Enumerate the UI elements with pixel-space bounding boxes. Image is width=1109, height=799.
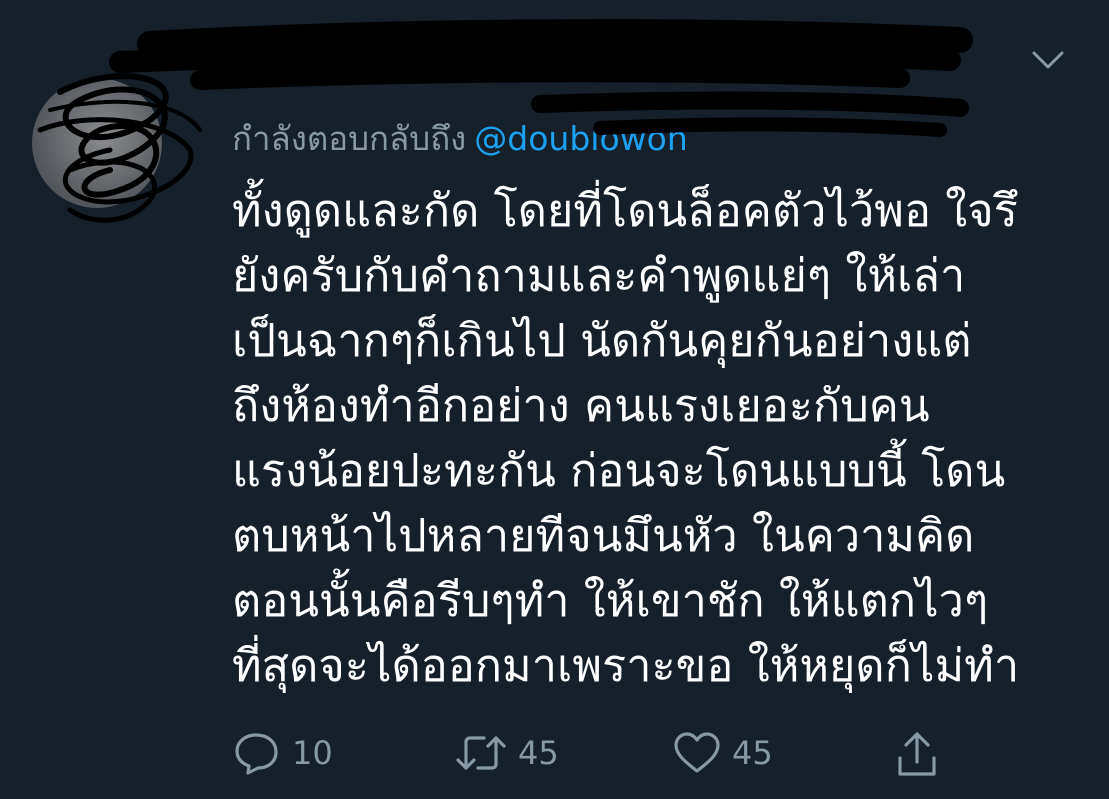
reply-count: 10 — [292, 734, 333, 772]
share-button[interactable] — [894, 730, 940, 780]
reply-icon — [235, 733, 278, 775]
chevron-down-icon[interactable] — [1028, 45, 1068, 75]
tweet-actions: 10 45 45 — [232, 730, 952, 790]
retweet-count: 45 — [518, 734, 559, 772]
tweet-card: กำลังตอบกลับถึง @doublowon ทั้งดูดและกัด … — [0, 0, 1109, 799]
tweet-text-line: ยังครับกับคำถามและคำพูดแย่ๆ ให้เล่า — [232, 249, 966, 302]
tweet-text-line: ถึงห้องทำอีกอย่าง คนแรงเยอะกับคน — [232, 379, 930, 432]
tweet-text-line: แรงน้อยปะทะกัน ก่อนจะโดนแบบนี้ โดน — [232, 444, 1006, 497]
reply-button[interactable]: 10 — [232, 730, 333, 776]
retweet-icon — [456, 736, 506, 770]
tweet-text-line: ตอนนั้นคือรีบๆทำ ให้เขาชัก ให้แตกไวๆ — [232, 574, 989, 627]
tweet-text-line: ที่สุดจะได้ออกมาเพราะขอ ให้หยุดก็ไม่ทำ — [232, 639, 1020, 692]
retweet-button[interactable]: 45 — [454, 730, 559, 776]
like-count: 45 — [732, 734, 773, 772]
like-icon — [674, 732, 720, 773]
tweet-text-line: เป็นฉากๆก็เกินไป นัดกันคุยกันอย่างแต่ — [232, 314, 972, 367]
tweet-text: ทั้งดูดและกัด โดยที่โดนล็อคตัวไว้พอ ใจรึ… — [232, 178, 1072, 698]
tweet-text-line: ทั้งดูดและกัด โดยที่โดนล็อคตัวไว้พอ ใจรึ — [232, 184, 1018, 237]
tweet-text-line: ตบหน้าไปหลายทีจนมึนหัว ในความคิด — [232, 509, 975, 562]
like-button[interactable]: 45 — [672, 730, 773, 776]
share-icon — [898, 732, 936, 776]
